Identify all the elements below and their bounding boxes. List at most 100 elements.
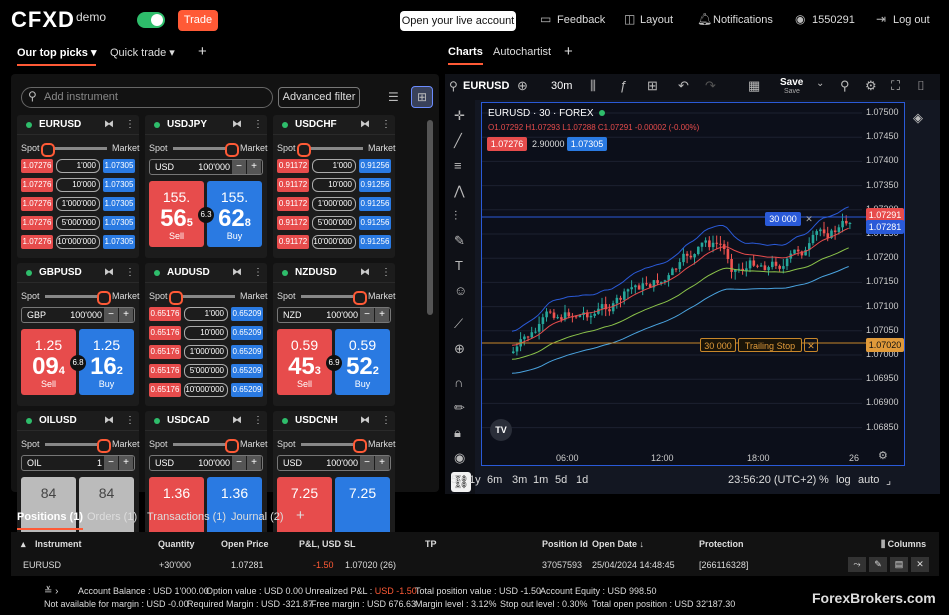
ask-button[interactable]: 1.07305 bbox=[103, 178, 135, 192]
templates-icon[interactable]: ⊞ bbox=[647, 78, 658, 94]
crosshair-icon[interactable]: ✛ bbox=[454, 108, 465, 124]
buy-button[interactable]: 155. 628 Buy bbox=[207, 181, 262, 247]
ask-button[interactable]: 0.65209 bbox=[231, 383, 263, 397]
spot-market-slider[interactable] bbox=[169, 291, 235, 305]
bid-button[interactable]: 0.91172 bbox=[277, 159, 309, 173]
spot-market-slider[interactable] bbox=[301, 439, 367, 453]
notifications-link[interactable]: Notifications bbox=[713, 14, 773, 26]
bid-button[interactable]: 0.91172 bbox=[277, 178, 309, 192]
ask-button[interactable]: 1.07305 bbox=[103, 197, 135, 211]
bid-button[interactable]: 0.65176 bbox=[149, 364, 181, 378]
bid-button[interactable]: 1.07276 bbox=[21, 159, 53, 173]
layers-icon[interactable]: ◈ bbox=[913, 110, 923, 126]
user-icon[interactable]: ◉ bbox=[795, 12, 805, 26]
card-symbol[interactable]: AUDUSD bbox=[167, 267, 210, 278]
bid-button[interactable]: 1.07276 bbox=[21, 235, 53, 249]
grid-view-icon[interactable]: ⊞ bbox=[411, 86, 433, 108]
candles-icon[interactable]: ⫼ bbox=[590, 78, 596, 94]
decrement-button[interactable]: − bbox=[232, 160, 246, 174]
buy-button[interactable]: 1.25 162 Buy bbox=[79, 329, 134, 395]
symbol-search-icon[interactable]: ⚲ bbox=[449, 79, 458, 93]
open-live-account-button[interactable]: Open your live account bbox=[400, 11, 516, 31]
collapse-icon[interactable]: ▴ bbox=[21, 539, 26, 550]
zoom-in-icon[interactable]: ⊕ bbox=[454, 341, 465, 357]
emoji-icon[interactable]: ☺ bbox=[454, 283, 467, 298]
bid-button[interactable]: 1.07276 bbox=[21, 216, 53, 230]
increment-button[interactable]: + bbox=[119, 456, 133, 470]
range-button[interactable]: 3m bbox=[512, 474, 527, 486]
amount-input[interactable]: USD 100'000− + bbox=[277, 455, 391, 471]
ask-pill[interactable]: 1.07305 bbox=[567, 137, 607, 151]
chart-toggle-icon[interactable]: ⧓ bbox=[232, 267, 242, 278]
increment-button[interactable]: + bbox=[119, 308, 133, 322]
search-input[interactable]: Add instrument bbox=[21, 87, 273, 108]
col-open-price[interactable]: Open Price bbox=[221, 539, 269, 549]
chart-toggle-icon[interactable]: ⧓ bbox=[360, 415, 370, 426]
position-line-label[interactable]: 30 000 bbox=[765, 212, 801, 226]
save-button[interactable]: Save bbox=[780, 77, 803, 88]
decrement-button[interactable]: − bbox=[360, 308, 374, 322]
close-position-icon[interactable]: ✕ bbox=[911, 557, 929, 572]
col-pl[interactable]: P&L, USD bbox=[299, 539, 341, 549]
bell-icon[interactable]: 🔔︎ bbox=[697, 12, 712, 26]
col-quantity[interactable]: Quantity bbox=[158, 539, 195, 549]
buy-button[interactable]: 0.59 522 Buy bbox=[335, 329, 390, 395]
chart-toggle-icon[interactable]: ⧓ bbox=[232, 415, 242, 426]
spot-market-slider[interactable] bbox=[297, 143, 363, 157]
chart-toggle-icon[interactable]: ⧓ bbox=[232, 119, 242, 130]
col-protection[interactable]: Protection bbox=[699, 539, 744, 549]
spot-market-slider[interactable] bbox=[301, 291, 367, 305]
camera-icon[interactable]: ⌷ bbox=[917, 78, 925, 94]
watchlist-scrollbar[interactable] bbox=[427, 120, 433, 315]
card-symbol[interactable]: USDCAD bbox=[167, 415, 210, 426]
chart-toggle-icon[interactable]: ⧓ bbox=[360, 119, 370, 130]
tab-quick-trade[interactable]: Quick trade ▾ bbox=[110, 46, 175, 59]
increment-button[interactable]: + bbox=[375, 308, 389, 322]
more-icon[interactable]: ⋮ bbox=[253, 267, 263, 278]
ask-button[interactable]: 1.07305 bbox=[103, 216, 135, 230]
tab-positions[interactable]: Positions (1) bbox=[17, 511, 84, 530]
account-id[interactable]: 1550291 bbox=[812, 14, 855, 26]
range-button[interactable]: 5y bbox=[451, 474, 463, 486]
lock-drawings-icon[interactable]: ✏ bbox=[454, 400, 465, 416]
tab-journal[interactable]: Journal (2) bbox=[231, 511, 284, 523]
quick-search-icon[interactable]: ⚲ bbox=[840, 78, 850, 94]
layout-icon[interactable]: ◫ bbox=[624, 12, 635, 26]
edit-icon[interactable]: ✎ bbox=[869, 557, 887, 572]
bid-pill[interactable]: 1.07276 bbox=[487, 137, 527, 151]
table-row[interactable]: EURUSD +30'000 1.07281 -1.50 1.07020 (26… bbox=[11, 554, 939, 576]
increment-button[interactable]: + bbox=[375, 456, 389, 470]
magnet-icon[interactable]: ∩ bbox=[454, 375, 463, 390]
ask-button[interactable]: 0.65209 bbox=[231, 307, 263, 321]
ask-button[interactable]: 0.65209 bbox=[231, 345, 263, 359]
trailing-qty-label[interactable]: 30 000 bbox=[700, 338, 736, 352]
decrement-button[interactable]: − bbox=[104, 456, 118, 470]
undo-icon[interactable]: ↶ bbox=[678, 78, 689, 94]
trailing-stop-label[interactable]: Trailing Stop bbox=[738, 338, 802, 352]
col-sl[interactable]: SL bbox=[344, 539, 356, 549]
more-icon[interactable]: ⋮ bbox=[253, 119, 263, 130]
add-tab-button[interactable]: + bbox=[296, 507, 305, 524]
compare-icon[interactable]: ⊕ bbox=[517, 78, 528, 94]
bid-button[interactable]: 0.65176 bbox=[149, 307, 181, 321]
more-icon[interactable]: ⋮ bbox=[125, 415, 135, 426]
interval-selector[interactable]: 30m bbox=[551, 80, 572, 92]
sell-button[interactable]: 155. 565 Sell bbox=[149, 181, 204, 247]
tab-transactions[interactable]: Transactions (1) bbox=[147, 511, 226, 523]
columns-button[interactable]: ⫼ Columns bbox=[881, 539, 926, 550]
card-symbol[interactable]: EURUSD bbox=[39, 119, 81, 130]
chart-toggle-icon[interactable]: ⧓ bbox=[104, 267, 114, 278]
sell-button[interactable]: 0.59 453 Sell bbox=[277, 329, 332, 395]
ask-button[interactable]: 1.07305 bbox=[103, 159, 135, 173]
amount-input[interactable]: NZD 100'000− + bbox=[277, 307, 391, 323]
channel-icon[interactable]: ≡ bbox=[454, 158, 462, 173]
gear-icon[interactable]: ⚙ bbox=[865, 78, 877, 94]
bid-button[interactable]: 0.65176 bbox=[149, 345, 181, 359]
col-open-date[interactable]: Open Date ↓ bbox=[592, 539, 644, 549]
bid-button[interactable]: 1.07276 bbox=[21, 178, 53, 192]
fibonacci-icon[interactable]: ⫶ bbox=[454, 208, 457, 224]
chart-toggle-icon[interactable]: ⧓ bbox=[104, 119, 114, 130]
percent-toggle[interactable]: % bbox=[819, 474, 829, 486]
bid-button[interactable]: 1.07276 bbox=[21, 197, 53, 211]
bid-button[interactable]: 0.65176 bbox=[149, 326, 181, 340]
